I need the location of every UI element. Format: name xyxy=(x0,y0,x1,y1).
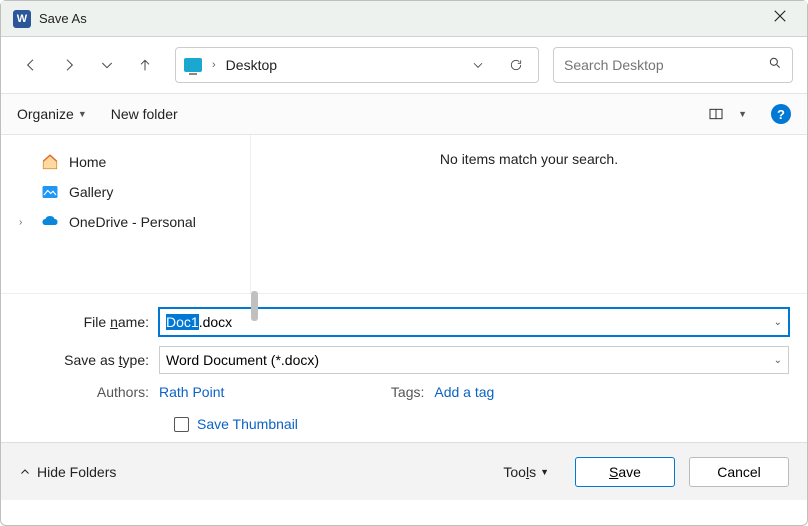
search-icon xyxy=(768,56,782,75)
tools-label: Tools xyxy=(503,464,536,480)
empty-message: No items match your search. xyxy=(440,151,618,167)
save-as-type-select[interactable]: Word Document (*.docx) ⌄ xyxy=(159,346,789,374)
filename-selected-text: Doc1 xyxy=(166,314,199,330)
search-input[interactable] xyxy=(564,57,768,73)
hide-folders-label: Hide Folders xyxy=(37,464,116,480)
caret-down-icon: ▼ xyxy=(540,467,549,477)
tags-label: Tags: xyxy=(374,384,434,400)
up-button[interactable] xyxy=(129,49,161,81)
breadcrumb-location[interactable]: Desktop xyxy=(226,57,454,73)
back-button[interactable] xyxy=(15,49,47,81)
sidebar-item-label: Home xyxy=(69,154,106,170)
save-as-type-label: Save as type: xyxy=(19,352,159,368)
onedrive-icon xyxy=(41,213,59,231)
save-thumbnail-label[interactable]: Save Thumbnail xyxy=(197,416,298,432)
sidebar-item-label: OneDrive - Personal xyxy=(69,214,196,230)
titlebar: W Save As xyxy=(1,1,807,37)
cancel-button[interactable]: Cancel xyxy=(689,457,789,487)
address-history-dropdown[interactable] xyxy=(464,51,492,79)
gallery-icon xyxy=(41,183,59,201)
tags-value[interactable]: Add a tag xyxy=(434,384,494,400)
refresh-button[interactable] xyxy=(502,51,530,79)
filename-dropdown-icon[interactable]: ⌄ xyxy=(774,317,782,328)
save-button[interactable]: Save xyxy=(575,457,675,487)
window-title: Save As xyxy=(39,11,765,26)
recent-dropdown[interactable] xyxy=(91,49,123,81)
sidebar-scrollbar-thumb[interactable] xyxy=(251,291,258,321)
filename-label: File name: xyxy=(19,314,159,330)
authors-value[interactable]: Rath Point xyxy=(159,384,224,400)
sidebar-item-home[interactable]: Home xyxy=(1,147,250,177)
form-area: File name: Doc1.docx ⌄ Save as type: Wor… xyxy=(1,293,807,442)
expand-icon[interactable]: › xyxy=(19,217,31,228)
word-app-icon: W xyxy=(13,10,31,28)
breadcrumb-separator-icon: › xyxy=(212,59,216,71)
desktop-icon xyxy=(184,58,202,72)
organize-menu[interactable]: Organize ▼ xyxy=(17,106,87,122)
tools-menu[interactable]: Tools ▼ xyxy=(503,464,549,480)
sidebar-item-gallery[interactable]: Gallery xyxy=(1,177,250,207)
caret-down-icon: ▼ xyxy=(78,109,87,119)
search-box[interactable] xyxy=(553,47,793,83)
home-icon xyxy=(41,153,59,171)
nav-row: › Desktop xyxy=(1,37,807,93)
save-as-type-value: Word Document (*.docx) xyxy=(166,352,319,368)
toolbar: Organize ▼ New folder ▼ ? xyxy=(1,93,807,135)
save-thumbnail-checkbox[interactable] xyxy=(174,417,189,432)
sidebar: Home Gallery › OneDrive - Personal xyxy=(1,135,251,293)
hide-folders-button[interactable]: Hide Folders xyxy=(19,464,116,480)
organize-label: Organize xyxy=(17,106,74,122)
view-dropdown-icon[interactable]: ▼ xyxy=(738,109,747,119)
new-folder-label: New folder xyxy=(111,106,178,122)
body-area: Home Gallery › OneDrive - Personal No it… xyxy=(1,135,807,293)
sidebar-item-onedrive[interactable]: › OneDrive - Personal xyxy=(1,207,250,237)
sidebar-item-label: Gallery xyxy=(69,184,113,200)
help-button[interactable]: ? xyxy=(771,104,791,124)
file-list-area: No items match your search. xyxy=(251,135,807,293)
footer: Hide Folders Tools ▼ Save Cancel xyxy=(1,442,807,500)
type-dropdown-icon: ⌄ xyxy=(774,355,782,366)
close-button[interactable] xyxy=(765,5,795,32)
authors-label: Authors: xyxy=(19,384,159,400)
forward-button[interactable] xyxy=(53,49,85,81)
chevron-up-icon xyxy=(19,466,31,478)
address-bar[interactable]: › Desktop xyxy=(175,47,539,83)
view-layout-button[interactable] xyxy=(708,106,724,122)
new-folder-button[interactable]: New folder xyxy=(111,106,178,122)
filename-rest-text: .docx xyxy=(199,314,232,330)
